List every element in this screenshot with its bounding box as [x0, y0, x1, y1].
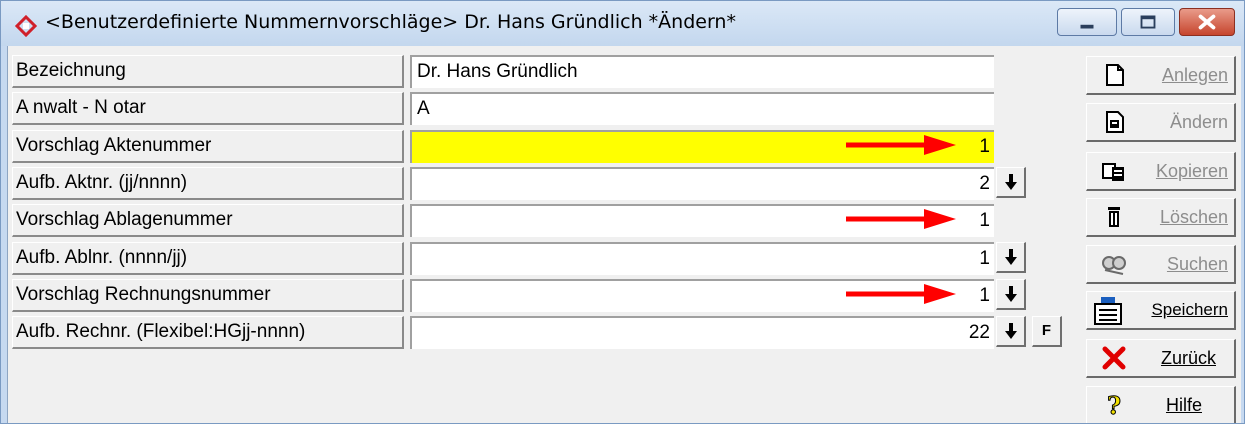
question-mark-icon: ? [1106, 393, 1121, 417]
app-window: <Benutzerdefinierte Nummernvorschläge> D… [0, 0, 1245, 424]
field-label: Vorschlag Aktenummer [12, 130, 404, 163]
hilfe-label: Hilfe [1165, 395, 1202, 415]
row-vorschlag-ablagenummer: Vorschlag Ablagenummer 1 [8, 204, 1241, 241]
field-label: Aufb. Rechnr. (Flexibel:HGjj-nnnn) [12, 316, 404, 349]
field-label: A nwalt - N otar [12, 92, 404, 125]
close-button[interactable] [1179, 8, 1235, 36]
minimize-icon [1080, 24, 1094, 29]
zurueck-button[interactable]: Zurück [1086, 339, 1236, 378]
title-bar[interactable]: <Benutzerdefinierte Nummernvorschläge> D… [1, 1, 1244, 46]
search-binoculars-icon [1102, 256, 1126, 275]
suchen-label: Suchen [1166, 254, 1228, 274]
svg-text:?: ? [1107, 393, 1121, 417]
aufbau-rechnr-field[interactable]: 22 [410, 316, 994, 349]
aendern-button[interactable]: Ändern [1086, 103, 1236, 142]
down-arrow-icon [1005, 174, 1017, 190]
row-bezeichnung: Bezeichnung Dr. Hans Gründlich [8, 55, 1241, 92]
anlegen-button[interactable]: Anlegen [1086, 56, 1236, 95]
kopieren-button[interactable]: Kopieren [1086, 152, 1236, 191]
zurueck-label: Zurück [1160, 348, 1216, 368]
down-arrow-icon [1005, 323, 1017, 339]
row-aufbau-aktnr: Aufb. Aktnr. (jj/nnnn) 2 [8, 167, 1241, 204]
row-aufbau-ablnr: Aufb. Ablnr. (nnnn/jj) 1 [8, 242, 1241, 279]
field-label: Aufb. Ablnr. (nnnn/jj) [12, 242, 404, 275]
red-annotation-arrow [846, 209, 956, 229]
maximize-icon [1140, 15, 1156, 29]
down-arrow-icon [1005, 286, 1017, 302]
flexible-format-button[interactable]: F [1032, 316, 1062, 347]
format-dropdown-button[interactable] [996, 316, 1026, 347]
format-dropdown-button[interactable] [996, 167, 1026, 198]
form-area: Bezeichnung Dr. Hans Gründlich A nwalt -… [7, 46, 1241, 423]
down-arrow-icon [1005, 249, 1017, 265]
app-diamond-icon [15, 15, 37, 37]
anwalt-notar-field[interactable]: A [410, 92, 994, 125]
new-document-icon [1106, 64, 1124, 86]
aufbau-ablnr-field[interactable]: 1 [410, 242, 994, 275]
field-label: Vorschlag Ablagenummer [12, 204, 404, 237]
minimize-button[interactable] [1057, 8, 1117, 36]
edit-document-icon [1106, 111, 1124, 133]
row-aufbau-rechnr: Aufb. Rechnr. (Flexibel:HGjj-nnnn) 22 F [8, 316, 1241, 353]
field-label: Vorschlag Rechnungsnummer [12, 279, 404, 312]
copy-icon [1102, 163, 1124, 181]
field-label: Aufb. Aktnr. (jj/nnnn) [12, 167, 404, 200]
bezeichnung-field[interactable]: Dr. Hans Gründlich [410, 55, 994, 88]
aufbau-aktnr-field[interactable]: 2 [410, 167, 994, 200]
maximize-button[interactable] [1121, 8, 1175, 36]
red-x-icon [1102, 346, 1126, 370]
close-icon [1198, 14, 1216, 30]
red-annotation-arrow [846, 135, 956, 155]
anlegen-label: Anlegen [1161, 65, 1228, 85]
hilfe-button[interactable]: ? Hilfe [1086, 386, 1236, 423]
format-dropdown-button[interactable] [996, 279, 1026, 310]
kopieren-label: Kopieren [1155, 161, 1228, 181]
field-label: Bezeichnung [12, 55, 404, 88]
speichern-label: Speichern [1151, 300, 1228, 319]
row-vorschlag-rechnungsnummer: Vorschlag Rechnungsnummer 1 [8, 279, 1241, 316]
save-printer-icon [1094, 297, 1122, 325]
row-vorschlag-aktenummer: Vorschlag Aktenummer 1 [8, 130, 1241, 167]
loeschen-label: Löschen [1159, 207, 1228, 227]
trash-icon [1108, 207, 1120, 227]
window-title: <Benutzerdefinierte Nummernvorschläge> D… [45, 11, 736, 33]
speichern-button[interactable]: Speichern [1086, 291, 1236, 330]
format-dropdown-button[interactable] [996, 242, 1026, 273]
suchen-button[interactable]: Suchen [1086, 245, 1236, 284]
aendern-label: Ändern [1169, 112, 1228, 132]
row-anwalt-notar: A nwalt - N otar A [8, 92, 1241, 129]
red-annotation-arrow [846, 284, 956, 304]
loeschen-button[interactable]: Löschen [1086, 198, 1236, 237]
